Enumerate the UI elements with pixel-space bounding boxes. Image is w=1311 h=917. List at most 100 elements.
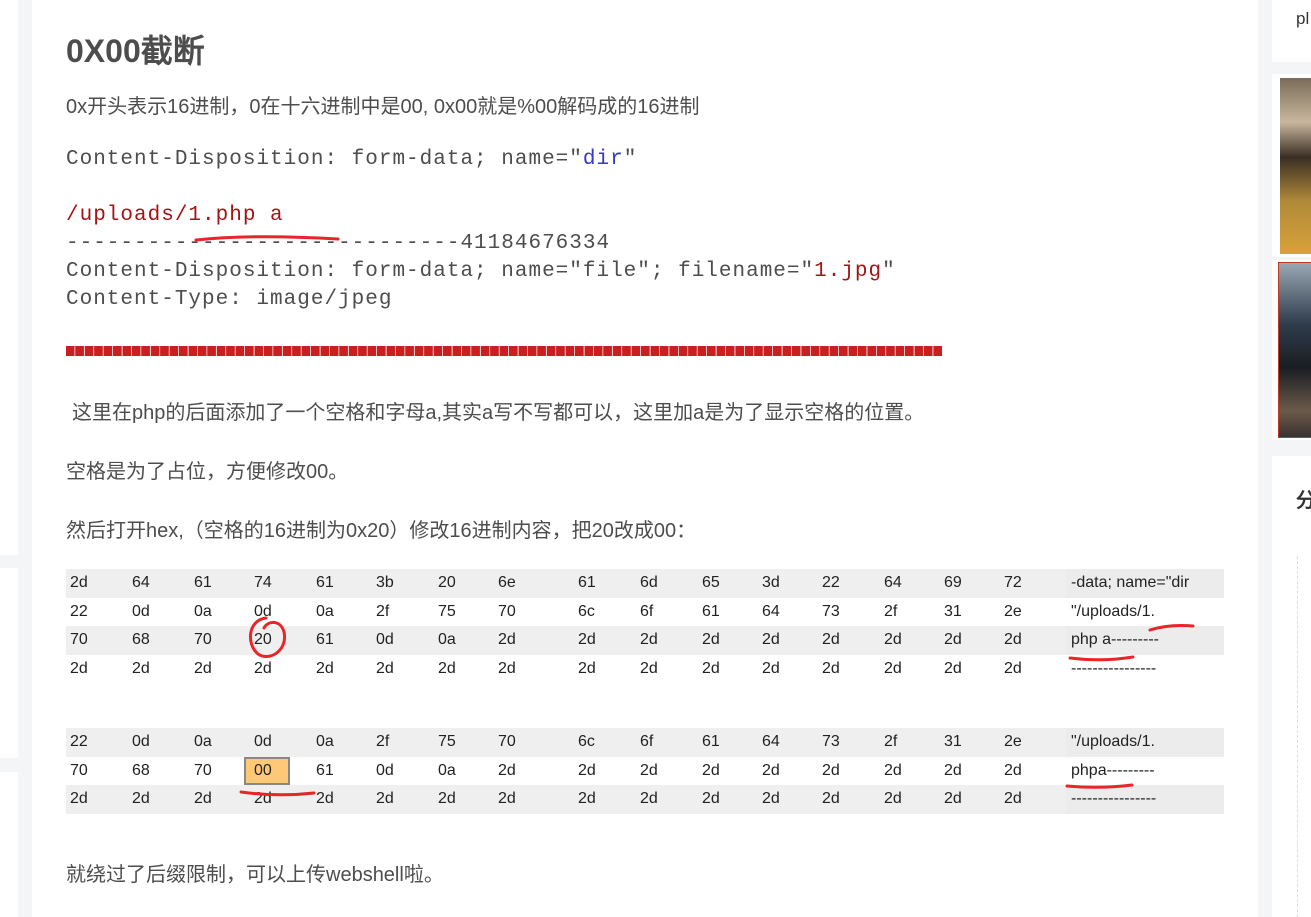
hex-byte[interactable]: 70 <box>498 603 516 621</box>
hex-byte[interactable]: 0d <box>254 733 272 751</box>
hex-byte[interactable]: 3b <box>376 574 394 592</box>
hex-byte[interactable]: 2d <box>498 660 516 678</box>
hex-byte[interactable]: 2d <box>944 762 962 780</box>
sidebar-thumbnail-card[interactable] <box>1272 260 1311 440</box>
hex-byte[interactable]: 2d <box>194 790 212 808</box>
hex-byte[interactable]: 0d <box>376 762 394 780</box>
hex-byte[interactable]: 69 <box>944 574 962 592</box>
hex-byte[interactable]: 2f <box>376 733 389 751</box>
hex-byte[interactable]: 0a <box>438 762 456 780</box>
hex-byte[interactable]: 6d <box>640 574 658 592</box>
hex-byte[interactable]: 31 <box>944 603 962 621</box>
hex-byte-highlighted[interactable]: 00 <box>244 756 290 785</box>
hex-byte[interactable]: 2d <box>702 790 720 808</box>
hex-byte[interactable]: 2d <box>884 790 902 808</box>
hex-byte[interactable]: 2d <box>498 790 516 808</box>
hex-byte[interactable]: 64 <box>884 574 902 592</box>
hex-byte[interactable]: 2d <box>762 631 780 649</box>
hex-byte[interactable]: 2d <box>498 631 516 649</box>
hex-byte[interactable]: 70 <box>498 733 516 751</box>
hex-byte[interactable]: 61 <box>702 733 720 751</box>
hex-byte[interactable]: 2d <box>944 631 962 649</box>
hex-byte[interactable]: 2d <box>132 660 150 678</box>
hex-byte[interactable]: 2d <box>578 790 596 808</box>
hex-byte[interactable]: 70 <box>194 762 212 780</box>
hex-byte[interactable]: 2f <box>884 733 897 751</box>
hex-byte[interactable]: 2d <box>884 631 902 649</box>
hex-byte[interactable]: 0d <box>132 733 150 751</box>
hex-byte[interactable]: 73 <box>822 733 840 751</box>
hex-byte[interactable]: 2d <box>316 660 334 678</box>
hex-byte[interactable]: 6c <box>578 603 595 621</box>
hex-byte[interactable]: 70 <box>194 631 212 649</box>
hex-byte[interactable]: 2d <box>70 790 88 808</box>
hex-byte[interactable]: 2d <box>822 762 840 780</box>
hex-byte[interactable]: 2d <box>194 660 212 678</box>
hex-byte[interactable]: 61 <box>578 574 596 592</box>
hex-byte[interactable]: 68 <box>132 631 150 649</box>
hex-byte[interactable]: 64 <box>132 574 150 592</box>
hex-byte[interactable]: 2d <box>1004 660 1022 678</box>
hex-byte[interactable]: 61 <box>194 574 212 592</box>
hex-byte[interactable]: 2d <box>132 790 150 808</box>
hex-byte[interactable]: 2e <box>1004 603 1022 621</box>
hex-byte[interactable]: 75 <box>438 733 456 751</box>
hex-byte[interactable]: 64 <box>762 733 780 751</box>
hex-byte[interactable]: 2d <box>438 660 456 678</box>
hex-byte[interactable]: 22 <box>70 603 88 621</box>
hex-byte[interactable]: 2d <box>640 762 658 780</box>
hex-byte[interactable]: 2d <box>438 790 456 808</box>
hex-byte[interactable]: 2d <box>578 631 596 649</box>
hex-byte[interactable]: 22 <box>822 574 840 592</box>
hex-byte[interactable]: 3d <box>762 574 780 592</box>
hex-byte[interactable]: 2d <box>702 762 720 780</box>
hex-byte[interactable]: 22 <box>70 733 88 751</box>
hex-byte[interactable]: 2f <box>376 603 389 621</box>
hex-byte[interactable]: 2d <box>254 790 272 808</box>
hex-byte[interactable]: 2e <box>1004 733 1022 751</box>
hex-byte[interactable]: 0d <box>132 603 150 621</box>
hex-byte[interactable]: 2d <box>640 790 658 808</box>
sidebar-card[interactable]: pl <box>1272 0 1311 62</box>
sidebar-thumbnail-card[interactable] <box>1272 74 1311 257</box>
hex-byte[interactable]: 2d <box>70 574 88 592</box>
hex-byte[interactable]: 0a <box>316 603 334 621</box>
hex-byte[interactable]: 2d <box>702 631 720 649</box>
hex-byte[interactable]: 2d <box>884 660 902 678</box>
hex-byte[interactable]: 64 <box>762 603 780 621</box>
hex-byte[interactable]: 0a <box>316 733 334 751</box>
hex-byte[interactable]: 31 <box>944 733 962 751</box>
hex-byte[interactable]: 2d <box>762 762 780 780</box>
hex-byte[interactable]: 70 <box>70 762 88 780</box>
hex-byte[interactable]: 2d <box>944 660 962 678</box>
hex-byte[interactable]: 61 <box>316 762 334 780</box>
hex-byte[interactable]: 0d <box>254 603 272 621</box>
hex-byte[interactable]: 20 <box>254 631 272 649</box>
hex-byte[interactable]: 2d <box>376 790 394 808</box>
hex-byte[interactable]: 2d <box>376 660 394 678</box>
hex-byte[interactable]: 2d <box>702 660 720 678</box>
hex-byte[interactable]: 2d <box>822 631 840 649</box>
hex-byte[interactable]: 2d <box>944 790 962 808</box>
hex-byte[interactable]: 2d <box>254 660 272 678</box>
hex-byte[interactable]: 20 <box>438 574 456 592</box>
hex-byte[interactable]: 61 <box>316 631 334 649</box>
hex-byte[interactable]: 61 <box>316 574 334 592</box>
hex-byte[interactable]: 2d <box>1004 631 1022 649</box>
hex-byte[interactable]: 2d <box>1004 762 1022 780</box>
hex-byte[interactable]: 2d <box>762 660 780 678</box>
hex-byte[interactable]: 2d <box>884 762 902 780</box>
hex-byte[interactable]: 68 <box>132 762 150 780</box>
hex-byte[interactable]: 70 <box>70 631 88 649</box>
thumbnail-image[interactable] <box>1280 78 1311 254</box>
hex-byte[interactable]: 6f <box>640 733 653 751</box>
hex-byte[interactable]: 2d <box>640 631 658 649</box>
hex-byte[interactable]: 0d <box>376 631 394 649</box>
hex-byte[interactable]: 2d <box>316 790 334 808</box>
hex-byte[interactable]: 73 <box>822 603 840 621</box>
hex-byte[interactable]: 6e <box>498 574 516 592</box>
hex-byte[interactable]: 2d <box>498 762 516 780</box>
hex-byte[interactable]: 6c <box>578 733 595 751</box>
hex-byte[interactable]: 2d <box>762 790 780 808</box>
hex-byte[interactable]: 75 <box>438 603 456 621</box>
